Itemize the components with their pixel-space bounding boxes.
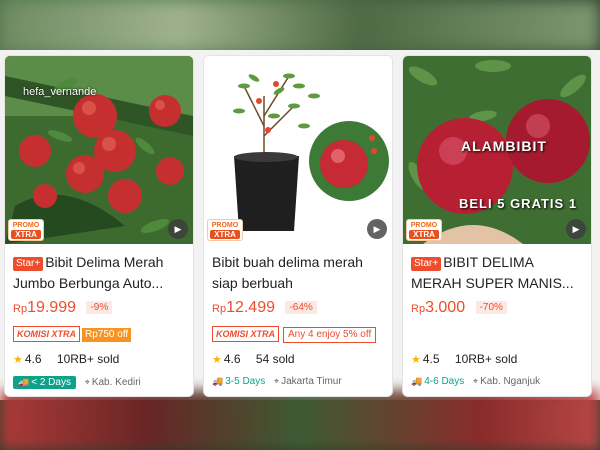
- location-pin-icon: ⌖: [473, 376, 479, 386]
- pomegranate-seedling-photo: [204, 56, 392, 244]
- product-card-1[interactable]: hefa_vernande PROMO XTRA ▶ Star+ Bibit De…: [4, 55, 194, 397]
- background-top: [0, 0, 600, 52]
- play-icon[interactable]: ▶: [168, 219, 188, 239]
- pomegranate-tree-photo: [5, 56, 193, 244]
- product-title-3[interactable]: Star+ BIBIT DELIMA MERAH SUPER MANIS...: [411, 252, 586, 294]
- truck-icon: 🚚: [18, 377, 30, 387]
- play-icon[interactable]: ▶: [566, 219, 586, 239]
- product-image-1[interactable]: hefa_vernande PROMO XTRA ▶: [5, 56, 193, 244]
- discount-badge-1: -9%: [86, 301, 113, 314]
- komisi-amount-tag: Rp750 off: [82, 328, 132, 342]
- shipping-row-1: 🚚 < 2 Days ⌖ Kab. Kediri: [13, 376, 141, 389]
- location-pin-icon: ⌖: [84, 377, 90, 387]
- discount-badge-3: -70%: [475, 301, 507, 314]
- location-3: ⌖ Kab. Nganjuk: [473, 376, 541, 387]
- price-row-3: Rp3.000 -70%: [411, 299, 507, 317]
- promo-xtra-badge: PROMO XTRA: [8, 219, 44, 241]
- truck-icon: 🚚: [411, 376, 423, 386]
- rating-row-3: ★ 4.5 10RB+ sold: [411, 352, 518, 366]
- sold-count-2: 54 sold: [255, 352, 295, 366]
- bundle-offer-tag: Any 4 enjoy 5% off: [283, 327, 377, 343]
- shipping-badge-3: 🚚 4-6 Days: [411, 376, 465, 387]
- location-pin-icon: ⌖: [274, 376, 280, 386]
- promo-tags-2: KOMISI XTRA Any 4 enjoy 5% off: [212, 324, 377, 343]
- photo-overlay-brand: ALAMBIBIT: [461, 138, 547, 154]
- location-1: ⌖ Kab. Kediri: [84, 377, 141, 388]
- star-plus-badge: Star+: [411, 257, 442, 271]
- komisi-xtra-tag: KOMISI XTRA: [212, 326, 280, 342]
- shipping-badge-2: 🚚 3-5 Days: [212, 376, 266, 387]
- product-price-3: 3.000: [425, 299, 466, 316]
- play-icon[interactable]: ▶: [367, 219, 387, 239]
- shipping-row-3: 🚚 4-6 Days ⌖ Kab. Nganjuk: [411, 376, 540, 387]
- promo-xtra-badge: PROMO XTRA: [406, 219, 442, 241]
- product-card-2[interactable]: PROMO XTRA ▶ Bibit buah delima merah sia…: [203, 55, 393, 397]
- promo-xtra-badge: PROMO XTRA: [207, 219, 243, 241]
- rating-row-2: ★ 4.6 54 sold: [212, 352, 295, 366]
- price-row-2: Rp12.499 -64%: [212, 299, 317, 317]
- star-icon: ★: [212, 354, 222, 366]
- sold-count-1: 10RB+ sold: [56, 352, 120, 366]
- shipping-badge-1: 🚚 < 2 Days: [13, 376, 76, 389]
- product-price-1: 19.999: [27, 299, 76, 316]
- product-card-3[interactable]: ALAMBIBIT BELI 5 GRATIS 1 PROMO XTRA ▶ S…: [402, 55, 592, 397]
- price-row-1: Rp19.999 -9%: [13, 299, 113, 317]
- background-bottom: [0, 390, 600, 450]
- sold-count-3: 10RB+ sold: [454, 352, 518, 366]
- product-price-2: 12.499: [226, 299, 275, 316]
- photo-overlay-promo: BELI 5 GRATIS 1: [459, 196, 578, 211]
- product-image-3[interactable]: ALAMBIBIT BELI 5 GRATIS 1 PROMO XTRA ▶: [403, 56, 591, 244]
- photo-watermark: hefa_vernande: [23, 86, 97, 98]
- star-icon: ★: [13, 354, 23, 366]
- rating-row-1: ★ 4.6 10RB+ sold: [13, 352, 120, 366]
- truck-icon: 🚚: [212, 376, 224, 386]
- star-icon: ★: [411, 354, 421, 366]
- location-2: ⌖ Jakarta Timur: [274, 376, 342, 387]
- product-title-2[interactable]: Bibit buah delima merah siap berbuah: [212, 252, 387, 294]
- komisi-xtra-tag: KOMISI XTRA: [13, 326, 81, 342]
- promo-tags-1: KOMISI XTRA Rp750 off: [13, 324, 132, 342]
- discount-badge-2: -64%: [285, 301, 317, 314]
- product-image-2[interactable]: PROMO XTRA ▶: [204, 56, 392, 244]
- star-plus-badge: Star+: [13, 257, 44, 271]
- shipping-row-2: 🚚 3-5 Days ⌖ Jakarta Timur: [212, 376, 342, 387]
- product-title-1[interactable]: Star+ Bibit Delima Merah Jumbo Berbunga A…: [13, 252, 188, 294]
